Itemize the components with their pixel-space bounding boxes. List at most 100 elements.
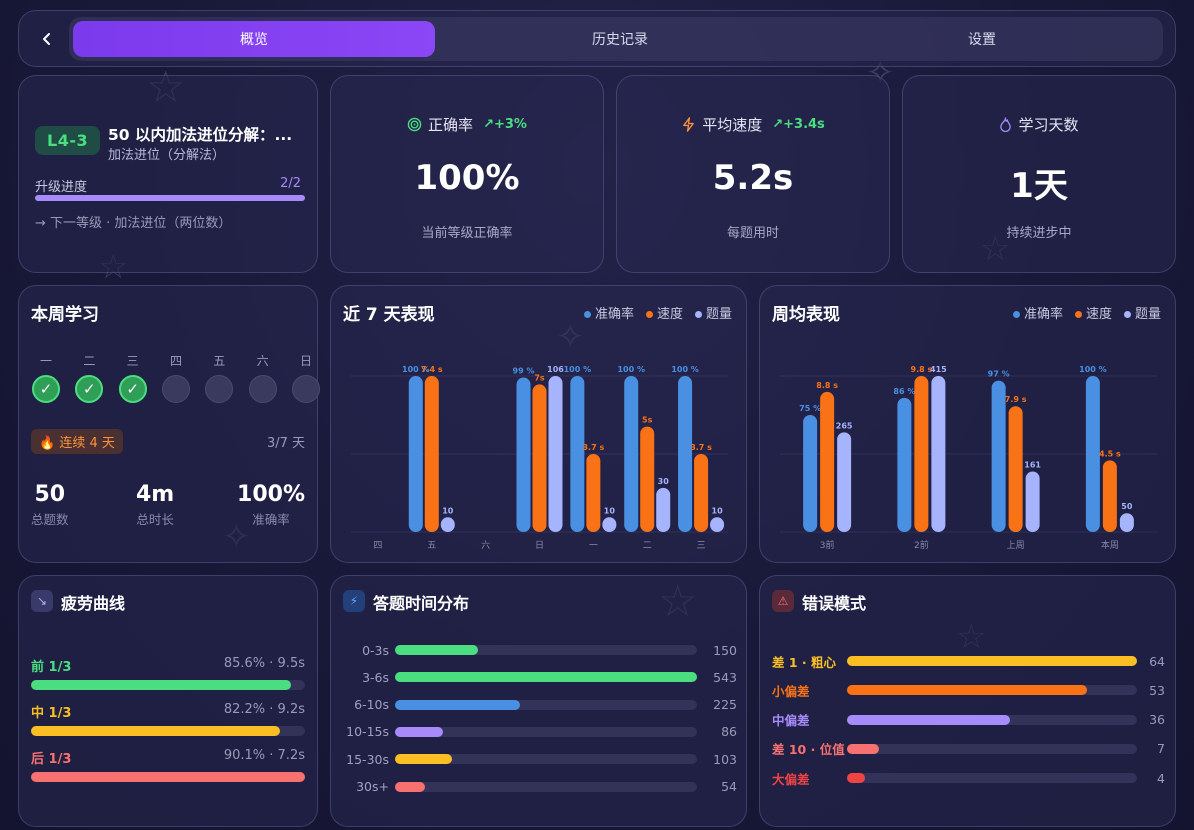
bar-2 — [440, 517, 455, 532]
bar-2 — [602, 517, 617, 532]
fatigue-fill — [31, 772, 305, 782]
streak-badge: 🔥 连续 4 天 — [31, 429, 123, 454]
distribution-row: 3-6s 543 — [341, 669, 737, 685]
data-label: 100 % — [1079, 365, 1107, 374]
data-label: 10 — [712, 506, 724, 515]
distribution-track — [395, 672, 697, 683]
distribution-label: 6-10s — [354, 697, 389, 713]
error-row: 差 10 · 位值 7 — [772, 741, 1166, 757]
x-tick-label: 六 — [481, 539, 490, 551]
bar-2 — [1025, 471, 1040, 532]
x-tick-label: 日 — [535, 540, 544, 551]
time-distribution-card: ⚡ 答题时间分布 0-3s 150 3-6s 543 6-10s 225 10-15s 86 1… — [330, 575, 747, 827]
fatigue-fill — [31, 726, 281, 736]
tab-settings[interactable]: 设置 — [801, 17, 1163, 61]
check-icon: ✓ — [118, 375, 147, 403]
error-value: 53 — [1149, 682, 1165, 698]
bar-1 — [1008, 406, 1023, 532]
days-value: 1天 — [1010, 166, 1068, 206]
distribution-value: 150 — [713, 642, 737, 658]
fatigue-title: 疲劳曲线 — [61, 594, 126, 613]
distribution-label: 10-15s — [346, 724, 389, 740]
error-fill — [847, 656, 1137, 666]
flame-icon — [1000, 117, 1012, 132]
error-track — [847, 773, 1137, 784]
speed-value: 5.2s — [712, 158, 794, 198]
distribution-fill — [395, 726, 443, 737]
accuracy-label: 正确率 — [428, 116, 474, 134]
bar-1 — [586, 454, 601, 532]
distribution-track — [395, 645, 697, 655]
fatigue-row-label: 后 1/3 — [31, 752, 72, 767]
distribution-fill — [395, 781, 426, 792]
streak-count: 3/7 天 — [266, 436, 305, 451]
total-questions: 50 总题数 — [31, 482, 69, 527]
tab-history[interactable]: 历史记录 — [439, 17, 801, 61]
data-label: 3.7 s — [582, 443, 604, 452]
fatigue-row-label: 前 1/3 — [31, 660, 72, 675]
trend-up-icon: ↗ — [483, 117, 494, 132]
distribution-value: 543 — [713, 669, 737, 685]
error-label: 差 1 · 粗心 — [772, 654, 837, 670]
distribution-row: 6-10s 225 — [341, 697, 737, 713]
tab-overview[interactable]: 概览 — [73, 21, 435, 57]
bar-1 — [640, 426, 655, 532]
error-track — [847, 743, 1137, 754]
trend-down-icon: ↘ — [31, 590, 53, 612]
target-icon — [407, 117, 422, 132]
days-sub: 持续进步中 — [1006, 226, 1072, 241]
accuracy-trend: +3% — [493, 117, 527, 132]
distribution-label: 30s+ — [356, 779, 389, 794]
data-label: 100 % — [564, 365, 592, 374]
distribution-value: 54 — [721, 779, 737, 794]
fatigue-row-label: 中 1/3 — [31, 706, 72, 721]
top-nav: 概览 历史记录 设置 — [18, 10, 1176, 67]
week-days: 一 ✓ 二 ✓ 三 ✓ 四 五 六 日 — [31, 352, 321, 403]
progress-value: 2/2 — [280, 176, 301, 191]
bolt-icon: ⚡ — [343, 590, 365, 612]
error-value: 7 — [1157, 741, 1165, 757]
distribution-fill — [395, 754, 453, 765]
data-label: 7.4 s — [421, 365, 443, 374]
x-tick-label: 本周 — [1101, 539, 1119, 551]
tab-bar: 概览 历史记录 设置 — [69, 17, 1163, 61]
data-label: 161 — [1024, 460, 1041, 469]
progress-label: 升级进度 — [35, 180, 88, 195]
fatigue-row: 后 1/3 90.1% · 7.2s — [31, 748, 305, 782]
distribution-row: 0-3s 150 — [341, 642, 737, 658]
error-track — [847, 685, 1137, 696]
data-label: 97 % — [988, 370, 1010, 379]
day-item: 日 — [291, 352, 321, 403]
errors-title: 错误模式 — [802, 594, 867, 613]
data-label: 5s — [642, 416, 653, 425]
data-label: 3.7 s — [690, 443, 712, 452]
data-label: 99 % — [513, 367, 535, 376]
x-tick-label: 一 — [589, 541, 598, 551]
bolt-icon — [683, 117, 695, 132]
day-item: 三 ✓ — [118, 352, 148, 403]
fatigue-card: ↘ 疲劳曲线 前 1/3 85.6% · 9.5s 中 1/3 82.2% · 9.2… — [18, 575, 318, 827]
day-item: 二 ✓ — [74, 352, 104, 403]
bar-0 — [624, 376, 639, 532]
back-button[interactable] — [33, 25, 61, 53]
error-value: 36 — [1149, 712, 1165, 728]
speed-card: 平均速度 ↗+3.4s 5.2s 每题用时 — [616, 75, 890, 273]
trend-up-icon: ↗ — [772, 117, 784, 132]
error-fill — [847, 773, 866, 784]
bar-1 — [820, 391, 835, 532]
bar-2 — [1119, 513, 1134, 532]
error-value: 64 — [1149, 653, 1165, 669]
level-card: L4-3 50 以内加法进位分解：... 加法进位（分解法） 升级进度 2/2 … — [18, 75, 318, 273]
error-fill — [847, 743, 879, 754]
bar-2 — [548, 376, 563, 532]
bar-1 — [1102, 460, 1117, 532]
data-label: 265 — [836, 421, 853, 430]
flame-icon: 🔥 — [39, 436, 56, 451]
data-label: 4.5 s — [1099, 449, 1121, 458]
distribution-value: 103 — [713, 751, 737, 767]
weekly-avg-bar-chart: 3前75 %8.8 s2652前86 %9.8 s415上周97 %7.9 s1… — [780, 365, 1157, 551]
check-icon: ✓ — [32, 375, 60, 403]
accuracy-card: 正确率 ↗+3% 100% 当前等级正确率 — [330, 75, 604, 273]
fatigue-row-value: 90.1% · 7.2s — [223, 748, 305, 763]
bar-1 — [914, 376, 929, 532]
